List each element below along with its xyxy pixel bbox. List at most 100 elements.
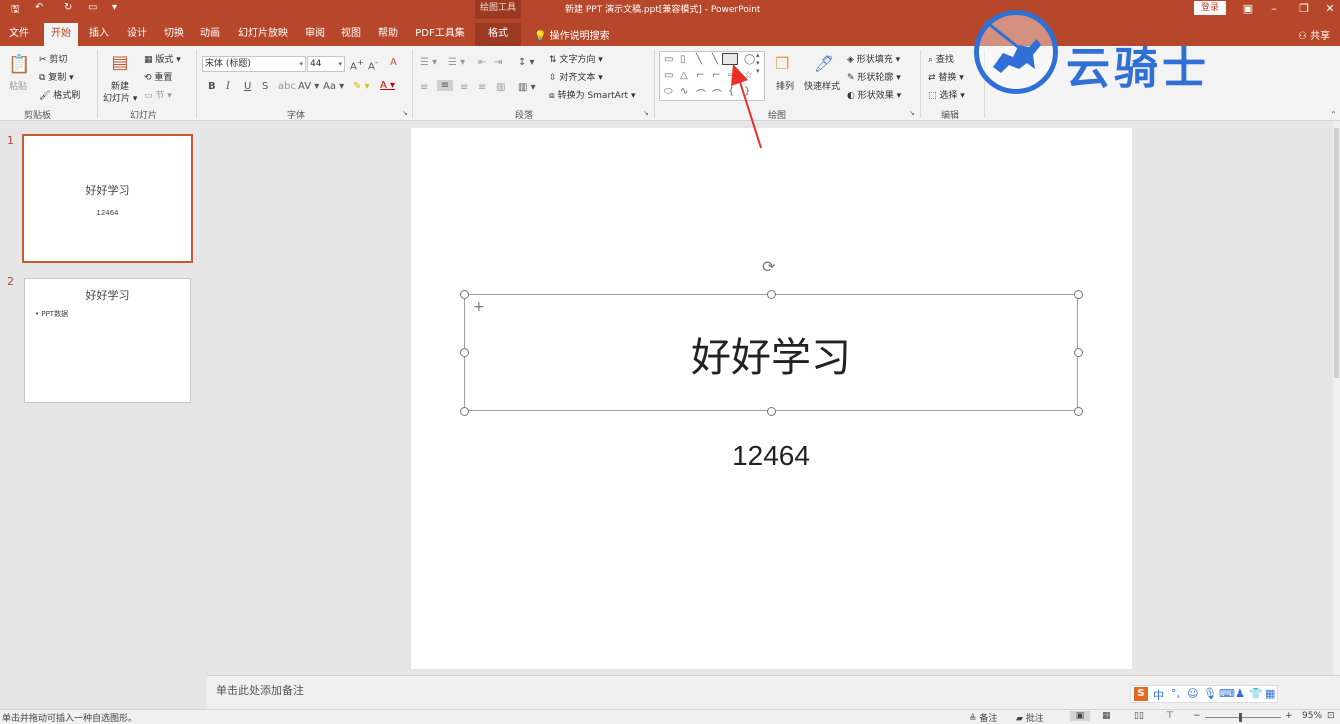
close-icon[interactable]: ✕ (1320, 1, 1340, 17)
vertical-textbox-shape-icon[interactable]: ▯ (680, 54, 686, 65)
tab-help[interactable]: 帮助 (371, 23, 405, 46)
rectangle-shape-selected-icon[interactable] (722, 53, 738, 65)
rounded-shape-icon[interactable]: ⬭ (664, 86, 673, 97)
bracket-shape-icon[interactable]: } (744, 86, 750, 97)
triangle-shape-icon[interactable]: △ (680, 70, 688, 81)
replace-button[interactable]: ⇄ 替换 ▾ (928, 70, 964, 83)
paste-icon[interactable]: 📋 (8, 54, 30, 75)
resize-handle[interactable] (460, 290, 469, 299)
shape-outline-button[interactable]: ✎ 形状轮廓 ▾ (847, 70, 901, 83)
resize-handle[interactable] (767, 290, 776, 299)
slide-thumbnail-1[interactable]: 好好学习 12464 (22, 134, 193, 263)
notes-toggle[interactable]: ≜ 备注 (969, 711, 997, 724)
align-right-icon[interactable]: ≡ (460, 82, 468, 93)
quick-styles-icon[interactable]: 🖊 (814, 54, 834, 73)
paste-label[interactable]: 粘贴 (9, 79, 27, 92)
italic-icon[interactable]: I (226, 81, 230, 92)
clear-format-icon[interactable]: A (390, 57, 397, 68)
freeform-shape-icon[interactable]: ⌒ (696, 86, 706, 101)
share-button[interactable]: ⚇ 共享 (1298, 27, 1330, 42)
emoji-icon[interactable]: ☺ (1187, 687, 1198, 700)
dialog-launcher-icon[interactable]: ↘ (402, 109, 408, 117)
font-size-combo[interactable]: 44 ▾ (307, 56, 345, 72)
restore-icon[interactable]: ❐ (1294, 1, 1314, 17)
shape-fill-button[interactable]: ◈ 形状填充 ▾ (847, 52, 900, 65)
tab-design[interactable]: 设计 (120, 23, 154, 46)
align-center-icon[interactable]: ≡ (437, 80, 453, 91)
grow-font-icon[interactable]: A+ (350, 57, 364, 72)
zoom-out-icon[interactable]: − (1193, 711, 1201, 721)
change-case-icon[interactable]: Aa ▾ (323, 81, 344, 92)
zoom-slider[interactable] (1205, 717, 1281, 718)
shapes-gallery[interactable]: ▭ ▯ ╲ ╲ ◯ ▭ △ ⌐ ⌐ ⇨ ☆ ⬭ ∿ ⌒ ⌒ { } (659, 51, 765, 101)
oval-shape-icon[interactable]: ◯ (744, 54, 755, 65)
tab-format[interactable]: 格式 (475, 23, 521, 46)
shadow-icon[interactable]: S (262, 81, 268, 92)
quick-styles-button[interactable]: 快速样式 (804, 79, 840, 92)
person-icon[interactable]: ♟ (1235, 687, 1245, 700)
tab-file[interactable]: 文件 (4, 23, 34, 46)
fit-slide-icon[interactable]: ⊡ (1327, 711, 1335, 721)
arrange-button[interactable]: 排列 (776, 79, 794, 92)
columns-icon[interactable]: ▥ ▾ (518, 82, 536, 93)
align-left-icon[interactable]: ≡ (420, 82, 428, 93)
slide-title[interactable]: 好好学习 (464, 325, 1078, 383)
slide-sorter-icon[interactable]: ▦ (1102, 711, 1111, 721)
reset-button[interactable]: ⟲ 重置 (144, 70, 172, 83)
arrow-line-shape-icon[interactable]: ╲ (712, 54, 718, 65)
gallery-scroll-icon[interactable]: ▴ ▾ ▾ (756, 51, 760, 75)
dialog-launcher-icon[interactable]: ↘ (643, 109, 649, 117)
zoom-in-icon[interactable]: + (1285, 711, 1293, 721)
redo-icon[interactable]: ↻ (64, 2, 72, 13)
ime-language[interactable]: 中 (1153, 687, 1164, 703)
keyboard-icon[interactable]: ⌨ (1219, 687, 1235, 700)
shape-effects-button[interactable]: ◐ 形状效果 ▾ (847, 88, 901, 101)
highlight-icon[interactable]: ✎ ▾ (353, 81, 370, 92)
char-spacing-icon[interactable]: AV ▾ (298, 81, 319, 92)
zoom-slider-knob[interactable] (1239, 713, 1242, 722)
layout-button[interactable]: ▦ 版式 ▾ (144, 52, 181, 65)
customize-qat-icon[interactable]: ▾ (112, 2, 117, 13)
scrollbar-thumb[interactable] (1334, 128, 1339, 378)
decrease-indent-icon[interactable]: ⇤ (478, 57, 486, 68)
save-icon[interactable]: 🖫 (11, 2, 20, 19)
line-spacing-icon[interactable]: ↕ ▾ (518, 57, 535, 68)
elbow-arrow-icon[interactable]: ⌐ (712, 70, 720, 81)
arrange-icon[interactable]: ❐ (775, 54, 789, 73)
comments-toggle[interactable]: ▰ 批注 (1016, 711, 1044, 724)
copy-button[interactable]: ⧉ 复制 ▾ (39, 70, 74, 83)
skin-icon[interactable]: 👕 (1249, 687, 1263, 700)
dialog-launcher-icon[interactable]: ↘ (909, 109, 915, 117)
tab-review[interactable]: 审阅 (298, 23, 332, 46)
slide-subtitle[interactable]: 12464 (464, 440, 1078, 472)
punctuation-icon[interactable]: °, (1171, 687, 1180, 700)
tab-home[interactable]: 开始 (44, 23, 78, 46)
new-slide-label-2[interactable]: 幻灯片 ▾ (103, 91, 137, 104)
arrow-shape-icon[interactable]: ⇨ (728, 70, 736, 81)
shrink-font-icon[interactable]: A- (368, 57, 378, 72)
justify-icon[interactable]: ≡ (478, 82, 486, 93)
slideshow-icon[interactable]: ⊤ (1166, 711, 1174, 721)
tab-slideshow[interactable]: 幻灯片放映 (234, 23, 292, 46)
text-direction-button[interactable]: ⇅ 文字方向 ▾ (549, 52, 603, 65)
reading-view-icon[interactable]: ▯▯ (1134, 711, 1144, 721)
rotate-handle-icon[interactable]: ⟳ (762, 259, 775, 275)
tab-insert[interactable]: 插入 (82, 23, 116, 46)
font-color-icon[interactable]: A ▾ (380, 80, 395, 91)
strikethrough-icon[interactable]: abc (278, 81, 296, 92)
resize-handle[interactable] (460, 407, 469, 416)
resize-handle[interactable] (1074, 407, 1083, 416)
undo-icon[interactable]: ↶ (35, 2, 43, 13)
tab-transitions[interactable]: 切换 (157, 23, 191, 46)
collapse-ribbon-icon[interactable]: ⌃ (1330, 110, 1337, 119)
mic-icon[interactable]: 🎙 (1203, 687, 1217, 700)
bold-icon[interactable]: B (208, 81, 216, 92)
smartart-button[interactable]: ⧈ 转换为 SmartArt ▾ (549, 88, 635, 101)
numbering-icon[interactable]: ☰ ▾ (448, 57, 465, 68)
tab-view[interactable]: 视图 (334, 23, 368, 46)
bullets-icon[interactable]: ☰ ▾ (420, 57, 437, 68)
tell-me-search[interactable]: 💡 操作说明搜索 (534, 27, 610, 42)
star-shape-icon[interactable]: ☆ (744, 70, 753, 81)
align-text-button[interactable]: ⇳ 对齐文本 ▾ (549, 70, 603, 83)
tab-pdf-tools[interactable]: PDF工具集 (411, 23, 469, 46)
